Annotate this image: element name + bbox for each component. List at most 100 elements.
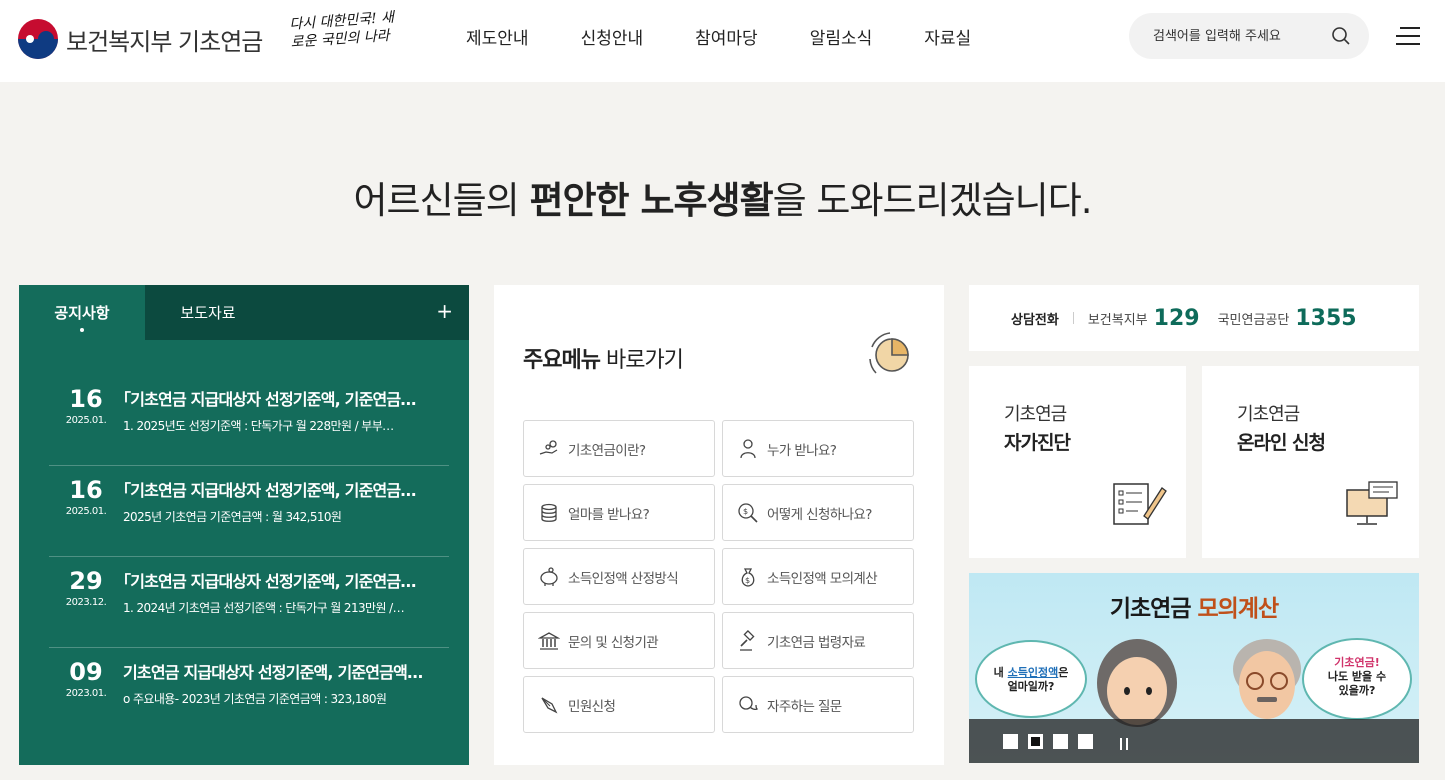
speech-bubble-left: 내 소득인정액은 얼마일까? bbox=[975, 640, 1087, 718]
quick-income-calc-method[interactable]: 소득인정액 산정방식 bbox=[523, 548, 715, 605]
quick-btn-label: 민원신청 bbox=[568, 698, 616, 715]
gavel-icon bbox=[740, 629, 755, 651]
bank-building-icon bbox=[538, 631, 560, 650]
quick-who-receives[interactable]: 누가 받나요? bbox=[722, 420, 914, 477]
notice-day: 29 bbox=[69, 567, 103, 595]
nav-item-news[interactable]: 알림소식 bbox=[810, 24, 873, 49]
nav-item-policy[interactable]: 제도안내 bbox=[466, 24, 529, 49]
quick-btn-label: 누가 받나요? bbox=[767, 442, 837, 459]
consult-phone-bar: 상담전화 보건복지부 129 국민연금공단 1355 bbox=[969, 285, 1419, 351]
notice-title: ｢기초연금 지급대상자 선정기준액, 기준연금… bbox=[123, 390, 416, 409]
notice-tabs: 공지사항 보도자료 + bbox=[19, 285, 469, 340]
search-icon[interactable] bbox=[1331, 26, 1351, 46]
quick-menu-panel: 주요메뉴 바로가기 기초연금이란? 누가 받나요? 얼마를 받나요? $ 어떻게… bbox=[494, 285, 944, 765]
nav-item-application[interactable]: 신청안내 bbox=[581, 24, 644, 49]
notice-panel: 공지사항 보도자료 + 16 2025.01. ｢기초연금 지급대상자 선정기준… bbox=[19, 285, 469, 765]
notice-date: 29 2023.12. bbox=[49, 557, 123, 647]
quick-how-much[interactable]: 얼마를 받나요? bbox=[523, 484, 715, 541]
notice-year-month: 2025.01. bbox=[65, 415, 107, 426]
nav-item-resources[interactable]: 자료실 bbox=[924, 24, 971, 49]
notice-day: 09 bbox=[69, 658, 103, 686]
pie-chart-cycle-icon bbox=[869, 332, 909, 374]
slide-dot-1[interactable] bbox=[1003, 734, 1018, 749]
divider bbox=[1072, 312, 1074, 324]
svg-text:$: $ bbox=[743, 507, 748, 516]
person-icon bbox=[740, 438, 756, 458]
slogan-calligraphy: 다시 대한민국! 새로운 국민의 나라 bbox=[288, 9, 395, 51]
notice-item[interactable]: 16 2025.01. ｢기초연금 지급대상자 선정기준액, 기준연금… 1. … bbox=[49, 375, 449, 466]
speech-bubble-right: 기초연금! 나도 받을 수 있을까? bbox=[1302, 638, 1412, 720]
notice-item[interactable]: 16 2025.01. ｢기초연금 지급대상자 선정기준액, 기준연금… 202… bbox=[49, 466, 449, 557]
phone-number-1355[interactable]: 1355 bbox=[1295, 306, 1356, 331]
notice-list: 16 2025.01. ｢기초연금 지급대상자 선정기준액, 기준연금… 1. … bbox=[49, 375, 449, 739]
search-box bbox=[1129, 13, 1369, 59]
notice-year-month: 2023.12. bbox=[65, 597, 107, 608]
quick-menu-title: 주요메뉴 바로가기 bbox=[523, 348, 684, 373]
notice-item[interactable]: 29 2023.12. ｢기초연금 지급대상자 선정기준액, 기준연금… 1. … bbox=[49, 557, 449, 648]
card-title: 자가진단 bbox=[1004, 432, 1071, 454]
card-title: 온라인 신청 bbox=[1237, 432, 1326, 454]
quick-btn-label: 자주하는 질문 bbox=[767, 698, 842, 715]
online-application-card[interactable]: 기초연금 온라인 신청 bbox=[1202, 366, 1419, 558]
notice-date: 16 2025.01. bbox=[49, 375, 123, 465]
quick-btn-label: 기초연금이란? bbox=[568, 442, 646, 459]
tab-notices[interactable]: 공지사항 bbox=[19, 285, 145, 340]
quick-btn-label: 어떻게 신청하나요? bbox=[767, 506, 872, 523]
money-bag-icon: $ bbox=[741, 567, 755, 587]
card-subtitle: 기초연금 bbox=[1237, 404, 1300, 425]
computer-monitor-icon bbox=[1346, 481, 1398, 525]
notice-summary: 1. 2025년도 선정기준액 : 단독가구 월 228만원 / 부부… bbox=[123, 419, 394, 433]
chat-bubbles-icon bbox=[739, 695, 759, 710]
search-input[interactable] bbox=[1153, 28, 1313, 44]
card-subtitle: 기초연금 bbox=[1004, 404, 1067, 425]
slide-dot-4[interactable] bbox=[1078, 734, 1093, 749]
quick-what-is-basic-pension[interactable]: 기초연금이란? bbox=[523, 420, 715, 477]
logo-text: 보건복지부 기초연금 bbox=[66, 27, 263, 56]
nav-item-participation[interactable]: 참여마당 bbox=[695, 24, 758, 49]
site-logo[interactable]: 보건복지부 기초연금 bbox=[18, 18, 263, 60]
phone-org-nps: 국민연금공단 bbox=[1217, 312, 1290, 328]
pen-icon bbox=[541, 696, 558, 713]
notice-day: 16 bbox=[69, 476, 103, 504]
quick-menu-grid: 기초연금이란? 누가 받나요? 얼마를 받나요? $ 어떻게 신청하나요? 소득… bbox=[523, 420, 915, 733]
quick-btn-label: 소득인정액 산정방식 bbox=[568, 570, 679, 587]
quick-faq[interactable]: 자주하는 질문 bbox=[722, 676, 914, 733]
quick-btn-label: 기초연금 법령자료 bbox=[767, 634, 866, 651]
quick-inquiry-agencies[interactable]: 문의 및 신청기관 bbox=[523, 612, 715, 669]
more-plus-icon[interactable]: + bbox=[436, 299, 453, 323]
quick-btn-label: 얼마를 받나요? bbox=[568, 506, 650, 523]
notice-summary: 2025년 기초연금 기준연금액 : 월 342,510원 bbox=[123, 510, 342, 524]
consult-phone-label: 상담전화 bbox=[1011, 312, 1059, 328]
slide-dot-3[interactable] bbox=[1053, 734, 1068, 749]
phone-org-mohw: 보건복지부 bbox=[1087, 312, 1148, 328]
main-nav: 제도안내 신청안내 참여마당 알림소식 자료실 bbox=[466, 24, 1023, 49]
government-emblem-icon bbox=[18, 19, 58, 59]
notice-summary: o 주요내용- 2023년 기초연금 기준연금액 : 323,180원 bbox=[123, 692, 387, 706]
notice-title: 기초연금 지급대상자 선정기준액, 기준연금액… bbox=[123, 663, 423, 682]
notice-title: ｢기초연금 지급대상자 선정기준액, 기준연금… bbox=[123, 572, 416, 591]
quick-how-to-apply[interactable]: $ 어떻게 신청하나요? bbox=[722, 484, 914, 541]
phone-number-129[interactable]: 129 bbox=[1154, 306, 1200, 331]
quick-civil-petition[interactable]: 민원신청 bbox=[523, 676, 715, 733]
hamburger-menu-icon[interactable] bbox=[1396, 27, 1420, 47]
notice-item[interactable]: 09 2023.01. 기초연금 지급대상자 선정기준액, 기준연금액… o 주… bbox=[49, 648, 449, 739]
notice-year-month: 2023.01. bbox=[65, 688, 107, 699]
tab-press-releases[interactable]: 보도자료 bbox=[145, 285, 271, 340]
pause-icon[interactable] bbox=[1120, 735, 1132, 750]
notice-title: ｢기초연금 지급대상자 선정기준액, 기준연금… bbox=[123, 481, 416, 500]
banner-title: 기초연금 모의계산 bbox=[1109, 596, 1279, 622]
notice-date: 16 2025.01. bbox=[49, 466, 123, 556]
quick-income-simulation[interactable]: $ 소득인정액 모의계산 bbox=[722, 548, 914, 605]
notice-summary: 1. 2024년 기초연금 선정기준액 : 단독가구 월 213만원 /… bbox=[123, 601, 405, 615]
hand-coins-icon bbox=[539, 439, 558, 455]
self-diagnosis-card[interactable]: 기초연금 자가진단 bbox=[969, 366, 1186, 558]
quick-btn-label: 소득인정액 모의계산 bbox=[767, 570, 878, 587]
hero-headline: 어르신들의 편안한 노후생활을 도와드리겠습니다. bbox=[353, 179, 1092, 222]
quick-legal-resources[interactable]: 기초연금 법령자료 bbox=[722, 612, 914, 669]
slide-dot-2[interactable] bbox=[1028, 734, 1043, 749]
elderly-man-illustration bbox=[1233, 639, 1301, 719]
svg-text:$: $ bbox=[745, 576, 750, 585]
piggy-bank-icon bbox=[540, 566, 558, 586]
simulation-banner[interactable]: 기초연금 모의계산 내 소득인정액은 얼마일까? 기초연금! 나도 받을 수 있… bbox=[969, 573, 1419, 763]
magnifier-coin-icon: $ bbox=[738, 502, 758, 523]
